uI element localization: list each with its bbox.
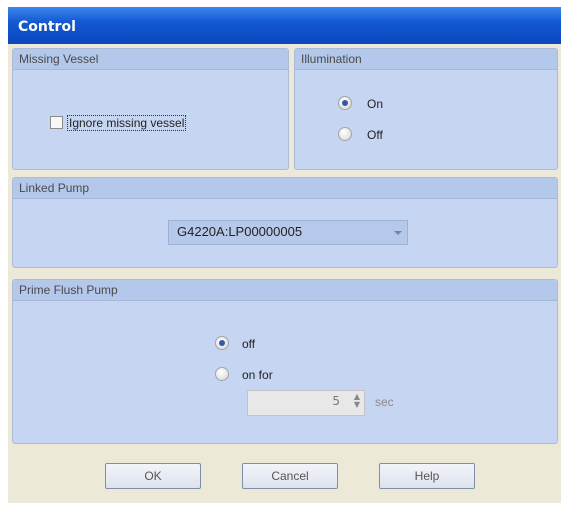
ok-button[interactable]: OK bbox=[105, 463, 201, 489]
linked-pump-heading: Linked Pump bbox=[13, 178, 557, 199]
spin-arrows-icon[interactable]: ▲ ▼ bbox=[354, 393, 360, 409]
window-title: Control bbox=[18, 19, 76, 35]
prime-flush-seconds-value: 5 bbox=[332, 394, 340, 408]
prime-flush-pump-group: Prime Flush Pump off on for 5 ▲ ▼ sec bbox=[12, 279, 558, 444]
prime-flush-off-label[interactable]: off bbox=[242, 337, 255, 351]
background-edge bbox=[0, 0, 8, 508]
ignore-missing-vessel-label[interactable]: Ignore missing vessel bbox=[67, 115, 187, 131]
missing-vessel-heading: Missing Vessel bbox=[13, 49, 288, 70]
seconds-unit-label: sec bbox=[375, 395, 394, 409]
prime-flush-off-radio[interactable] bbox=[215, 336, 229, 350]
control-dialog: Control Missing Vessel Ignore missing ve… bbox=[8, 7, 561, 503]
linked-pump-group: Linked Pump G4220A:LP00000005 bbox=[12, 177, 558, 268]
chevron-down-icon[interactable] bbox=[389, 221, 407, 244]
prime-flush-on-label[interactable]: on for bbox=[242, 368, 273, 382]
prime-flush-on-radio[interactable] bbox=[215, 367, 229, 381]
cancel-button[interactable]: Cancel bbox=[242, 463, 338, 489]
illumination-heading: Illumination bbox=[295, 49, 557, 70]
title-bar[interactable]: Control bbox=[8, 7, 561, 44]
linked-pump-select[interactable]: G4220A:LP00000005 bbox=[168, 220, 408, 245]
linked-pump-value: G4220A:LP00000005 bbox=[177, 224, 303, 239]
prime-flush-pump-heading: Prime Flush Pump bbox=[13, 280, 557, 301]
missing-vessel-group: Missing Vessel Ignore missing vessel bbox=[12, 48, 289, 170]
illumination-on-label[interactable]: On bbox=[367, 97, 383, 111]
ignore-missing-vessel-checkbox[interactable] bbox=[50, 116, 63, 129]
prime-flush-seconds-stepper[interactable]: 5 ▲ ▼ bbox=[247, 390, 365, 416]
dialog-client: Missing Vessel Ignore missing vessel Ill… bbox=[8, 44, 561, 503]
illumination-off-label[interactable]: Off bbox=[367, 128, 383, 142]
illumination-group: Illumination On Off bbox=[294, 48, 558, 170]
illumination-on-radio[interactable] bbox=[338, 96, 352, 110]
help-button[interactable]: Help bbox=[379, 463, 475, 489]
illumination-off-radio[interactable] bbox=[338, 127, 352, 141]
